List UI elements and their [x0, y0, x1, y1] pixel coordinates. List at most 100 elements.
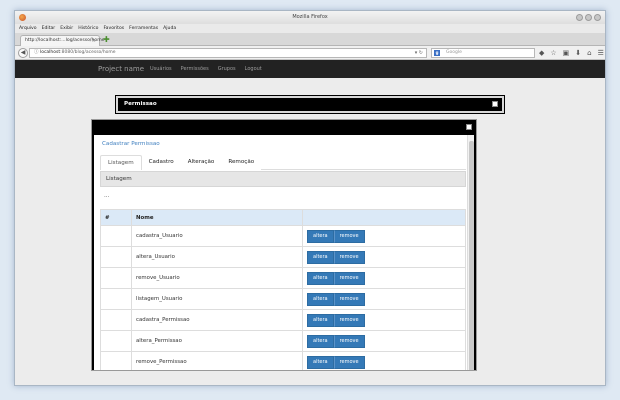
- hamburger-menu-icon[interactable]: ☰: [598, 48, 604, 58]
- remove-button[interactable]: remove: [333, 229, 365, 243]
- column-header-id: #: [100, 209, 132, 226]
- address-bar[interactable]: ⓘ localhost:8080/blog/acesso/home ▾ ↻: [29, 48, 427, 58]
- table-row: altera_Permissao altera remove: [100, 330, 466, 352]
- action-button-group: altera remove: [307, 292, 365, 306]
- remove-button[interactable]: remove: [333, 313, 365, 327]
- row-name: listagem_Usuario: [131, 288, 303, 310]
- menu-arquivo[interactable]: Arquivo: [19, 24, 37, 33]
- row-id: [100, 246, 132, 268]
- bookmark-star-icon[interactable]: ☆: [550, 48, 556, 58]
- window-title: Mozilla Firefox: [292, 14, 328, 20]
- navbar-links: Usuários Permissões Grupos Logout: [150, 60, 262, 78]
- navbar-brand[interactable]: Project name: [98, 60, 144, 78]
- dialog-header[interactable]: [92, 120, 476, 135]
- panel-placeholder: ...: [104, 193, 110, 199]
- menu-exibir[interactable]: Exibir: [60, 24, 73, 33]
- tab-listagem[interactable]: Listagem: [100, 155, 142, 170]
- clipboard-icon[interactable]: ▣: [563, 48, 570, 58]
- dialog-toggle[interactable]: [466, 124, 472, 130]
- new-tab-icon[interactable]: ✚: [103, 34, 110, 45]
- nav-link-usuarios[interactable]: Usuários: [150, 60, 172, 78]
- dialog-scrollbar[interactable]: [467, 135, 474, 370]
- row-actions: altera remove: [302, 246, 466, 268]
- remove-button[interactable]: remove: [333, 292, 365, 306]
- panel-heading: Listagem: [100, 171, 466, 187]
- row-name: altera_Permissao: [131, 330, 303, 352]
- reload-icon[interactable]: ↻: [419, 50, 423, 56]
- dialog-body: Cadastrar Permissao Listagem Cadastro Al…: [94, 135, 474, 370]
- row-actions: altera remove: [302, 225, 466, 247]
- altera-button[interactable]: altera: [307, 334, 334, 348]
- row-name: cadastra_Usuario: [131, 225, 303, 247]
- close-window-button[interactable]: [594, 14, 601, 21]
- action-button-group: altera remove: [307, 271, 365, 285]
- browser-tab[interactable]: http://localhost:...log/acesso/home ×: [20, 35, 105, 46]
- altera-button[interactable]: altera: [307, 313, 334, 327]
- nav-link-grupos[interactable]: Grupos: [218, 60, 236, 78]
- form-title: Cadastrar Permissao: [102, 141, 160, 147]
- permissao-window-title: Permissao: [124, 101, 157, 107]
- search-input[interactable]: g Google: [431, 48, 535, 58]
- menu-historico[interactable]: Histórico: [78, 24, 98, 33]
- permissao-window-toggle[interactable]: [492, 101, 498, 107]
- minimize-button[interactable]: [576, 14, 583, 21]
- row-name: cadastra_Permissao: [131, 309, 303, 331]
- site-navbar: Project name Usuários Permissões Grupos …: [15, 60, 605, 78]
- altera-button[interactable]: altera: [307, 250, 334, 264]
- url-dropdown-icon[interactable]: ▾: [415, 50, 418, 56]
- row-actions: altera remove: [302, 288, 466, 310]
- nav-link-permissoes[interactable]: Permissões: [181, 60, 209, 78]
- column-header-actions: [302, 209, 466, 226]
- row-id: [100, 351, 132, 370]
- altera-button[interactable]: altera: [307, 355, 334, 369]
- menu-editar[interactable]: Editar: [42, 24, 56, 33]
- table-row: cadastra_Usuario altera remove: [100, 225, 466, 247]
- url-host: localhost: [39, 50, 61, 55]
- mask-icon[interactable]: ◆: [539, 48, 544, 58]
- row-actions: altera remove: [302, 309, 466, 331]
- close-tab-icon[interactable]: ×: [92, 36, 96, 46]
- firefox-icon: [19, 14, 26, 21]
- cadastro-dialog: Cadastrar Permissao Listagem Cadastro Al…: [91, 119, 477, 371]
- row-actions: altera remove: [302, 330, 466, 352]
- home-icon[interactable]: ⌂: [587, 48, 591, 58]
- table-row: remove_Permissao altera remove: [100, 351, 466, 370]
- remove-button[interactable]: remove: [333, 334, 365, 348]
- tab-remocao[interactable]: Remoção: [221, 155, 261, 170]
- row-id: [100, 330, 132, 352]
- permissions-table: # Nome cadastra_Usuario altera remove alter…: [100, 209, 466, 370]
- row-id: [100, 225, 132, 247]
- scrollbar-thumb[interactable]: [469, 141, 474, 370]
- remove-button[interactable]: remove: [333, 355, 365, 369]
- back-icon[interactable]: ◀: [18, 48, 28, 58]
- table-header-row: # Nome: [100, 209, 466, 226]
- nav-link-logout[interactable]: Logout: [245, 60, 262, 78]
- menu-ajuda[interactable]: Ajuda: [163, 24, 176, 33]
- altera-button[interactable]: altera: [307, 271, 334, 285]
- column-header-name: Nome: [131, 209, 303, 226]
- navigation-bar: ◀ ⓘ localhost:8080/blog/acesso/home ▾ ↻ …: [15, 46, 605, 60]
- remove-button[interactable]: remove: [333, 271, 365, 285]
- row-id: [100, 288, 132, 310]
- remove-button[interactable]: remove: [333, 250, 365, 264]
- menu-favoritos[interactable]: Favoritos: [103, 24, 124, 33]
- menu-ferramentas[interactable]: Ferramentas: [129, 24, 158, 33]
- maximize-button[interactable]: [585, 14, 592, 21]
- download-icon[interactable]: ⬇: [575, 48, 581, 58]
- menu-bar: Arquivo Editar Exibir Histórico Favorito…: [15, 24, 605, 33]
- permissao-window-bar[interactable]: Permissao: [115, 95, 505, 114]
- tab-cadastro[interactable]: Cadastro: [142, 155, 181, 170]
- altera-button[interactable]: altera: [307, 229, 334, 243]
- row-actions: altera remove: [302, 351, 466, 370]
- toolbar-icons: ◆ ☆ ▣ ⬇ ⌂ ☰: [539, 48, 604, 58]
- tab-alteracao[interactable]: Alteração: [181, 155, 222, 170]
- action-button-group: altera remove: [307, 229, 365, 243]
- search-placeholder: Google: [446, 50, 462, 55]
- tab-bar: http://localhost:...log/acesso/home × ✚: [15, 33, 605, 46]
- table-row: listagem_Usuario altera remove: [100, 288, 466, 310]
- action-button-group: altera remove: [307, 355, 365, 369]
- row-name: remove_Usuario: [131, 267, 303, 289]
- altera-button[interactable]: altera: [307, 292, 334, 306]
- search-engine-icon[interactable]: g: [434, 50, 440, 56]
- row-name: altera_Usuario: [131, 246, 303, 268]
